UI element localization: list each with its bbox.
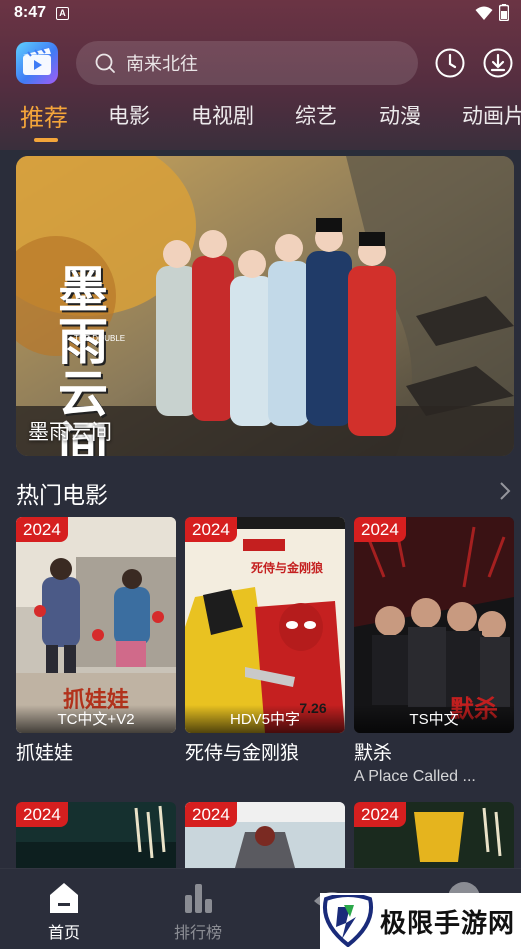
movie-subtitle: A Place Called ... [354,768,476,785]
nav-label: 首页 [47,923,80,942]
poster-title: 死侍与金刚狼 [251,560,324,575]
movie-card[interactable]: 死侍与金刚狼 7.26 2024 HDV5中字 死侍与金刚狼 [185,517,345,765]
status-time: 8:47 [14,4,47,21]
tab-indicator [34,138,58,142]
tab-anime[interactable]: 动漫 [379,100,421,130]
featured-banner[interactable]: 墨雨云间 THE DOUBLE 墨雨云间 [16,156,514,456]
movie-card[interactable]: 默杀 2024 TS中文 默杀 A Place Called ... [354,517,514,786]
tab-movie[interactable]: 电影 [108,100,150,130]
movie-title: 抓娃娃 [16,742,74,764]
wifi-icon [475,6,493,20]
movie-poster: 死侍与金刚狼 7.26 2024 HDV5中字 [185,517,345,733]
year-badge: 2024 [185,802,237,827]
year-badge: 2024 [354,802,406,827]
quality-label: TC中文+V2 [16,705,176,733]
hot-movies-header[interactable]: 热门电影 [16,476,514,509]
movie-poster: 默杀 2024 TS中文 [354,517,514,733]
quality-label: TS中文 [354,705,514,733]
nav-label: 排行榜 [173,923,222,942]
search-icon [95,53,115,73]
section-title: 热门电影 [16,483,108,509]
watermark-text: 极限手游网 [380,908,516,939]
year-badge: 2024 [354,517,406,542]
movie-poster: 2024 [185,802,345,868]
tab-variety[interactable]: 综艺 [295,100,337,130]
year-badge: 2024 [185,517,237,542]
poster-image: 死侍与金刚狼 7.26 [185,517,345,733]
tab-cartoon[interactable]: 动画片 [462,100,521,130]
status-indicators [475,4,509,21]
notification-icon: A [56,6,70,20]
watermark: 极限手游网 [320,893,521,949]
year-badge: 2024 [16,517,68,542]
category-tabs: 推荐 电影 电视剧 综艺 动漫 动画片 [0,100,521,144]
nav-ranking[interactable]: 排行榜 [148,869,248,949]
movie-card[interactable]: 抓娃娃 2024 TC中文+V2 抓娃娃 [16,517,176,765]
tab-tv-series[interactable]: 电视剧 [191,100,254,130]
movie-poster: 2024 [354,802,514,868]
year-badge: 2024 [16,802,68,827]
movie-card[interactable]: 2024 [16,802,176,868]
movie-card[interactable]: 2024 [185,802,345,868]
movie-poster: 抓娃娃 2024 TC中文+V2 [16,517,176,733]
movie-card[interactable]: 2024 [354,802,514,868]
search-input[interactable]: 南来北往 [76,41,418,85]
tab-recommend[interactable]: 推荐 [20,100,68,133]
movie-title: 死侍与金刚狼 [185,742,300,764]
movie-poster: 2024 [16,802,176,868]
download-icon[interactable] [482,47,514,79]
poster-image: 默杀 [354,517,514,733]
video-play-logo-icon [23,48,51,75]
poster-image: 抓娃娃 [16,517,176,733]
banner-poster-subtitle: THE DOUBLE [74,334,126,343]
search-placeholder: 南来北往 [126,54,198,75]
nav-home[interactable]: 首页 [14,869,114,949]
movie-title: 默杀 [354,742,393,764]
banner-title: 墨雨云间 [28,420,112,444]
quality-label: HDV5中字 [185,705,345,733]
watermark-logo-icon [323,895,373,947]
app-logo[interactable] [16,42,58,84]
chevron-right-icon[interactable] [498,480,512,502]
status-bar: 8:47 A [0,0,521,26]
home-icon [50,883,78,913]
battery-icon [499,4,509,21]
clock-icon[interactable] [434,47,466,79]
bar-chart-icon [185,884,212,913]
